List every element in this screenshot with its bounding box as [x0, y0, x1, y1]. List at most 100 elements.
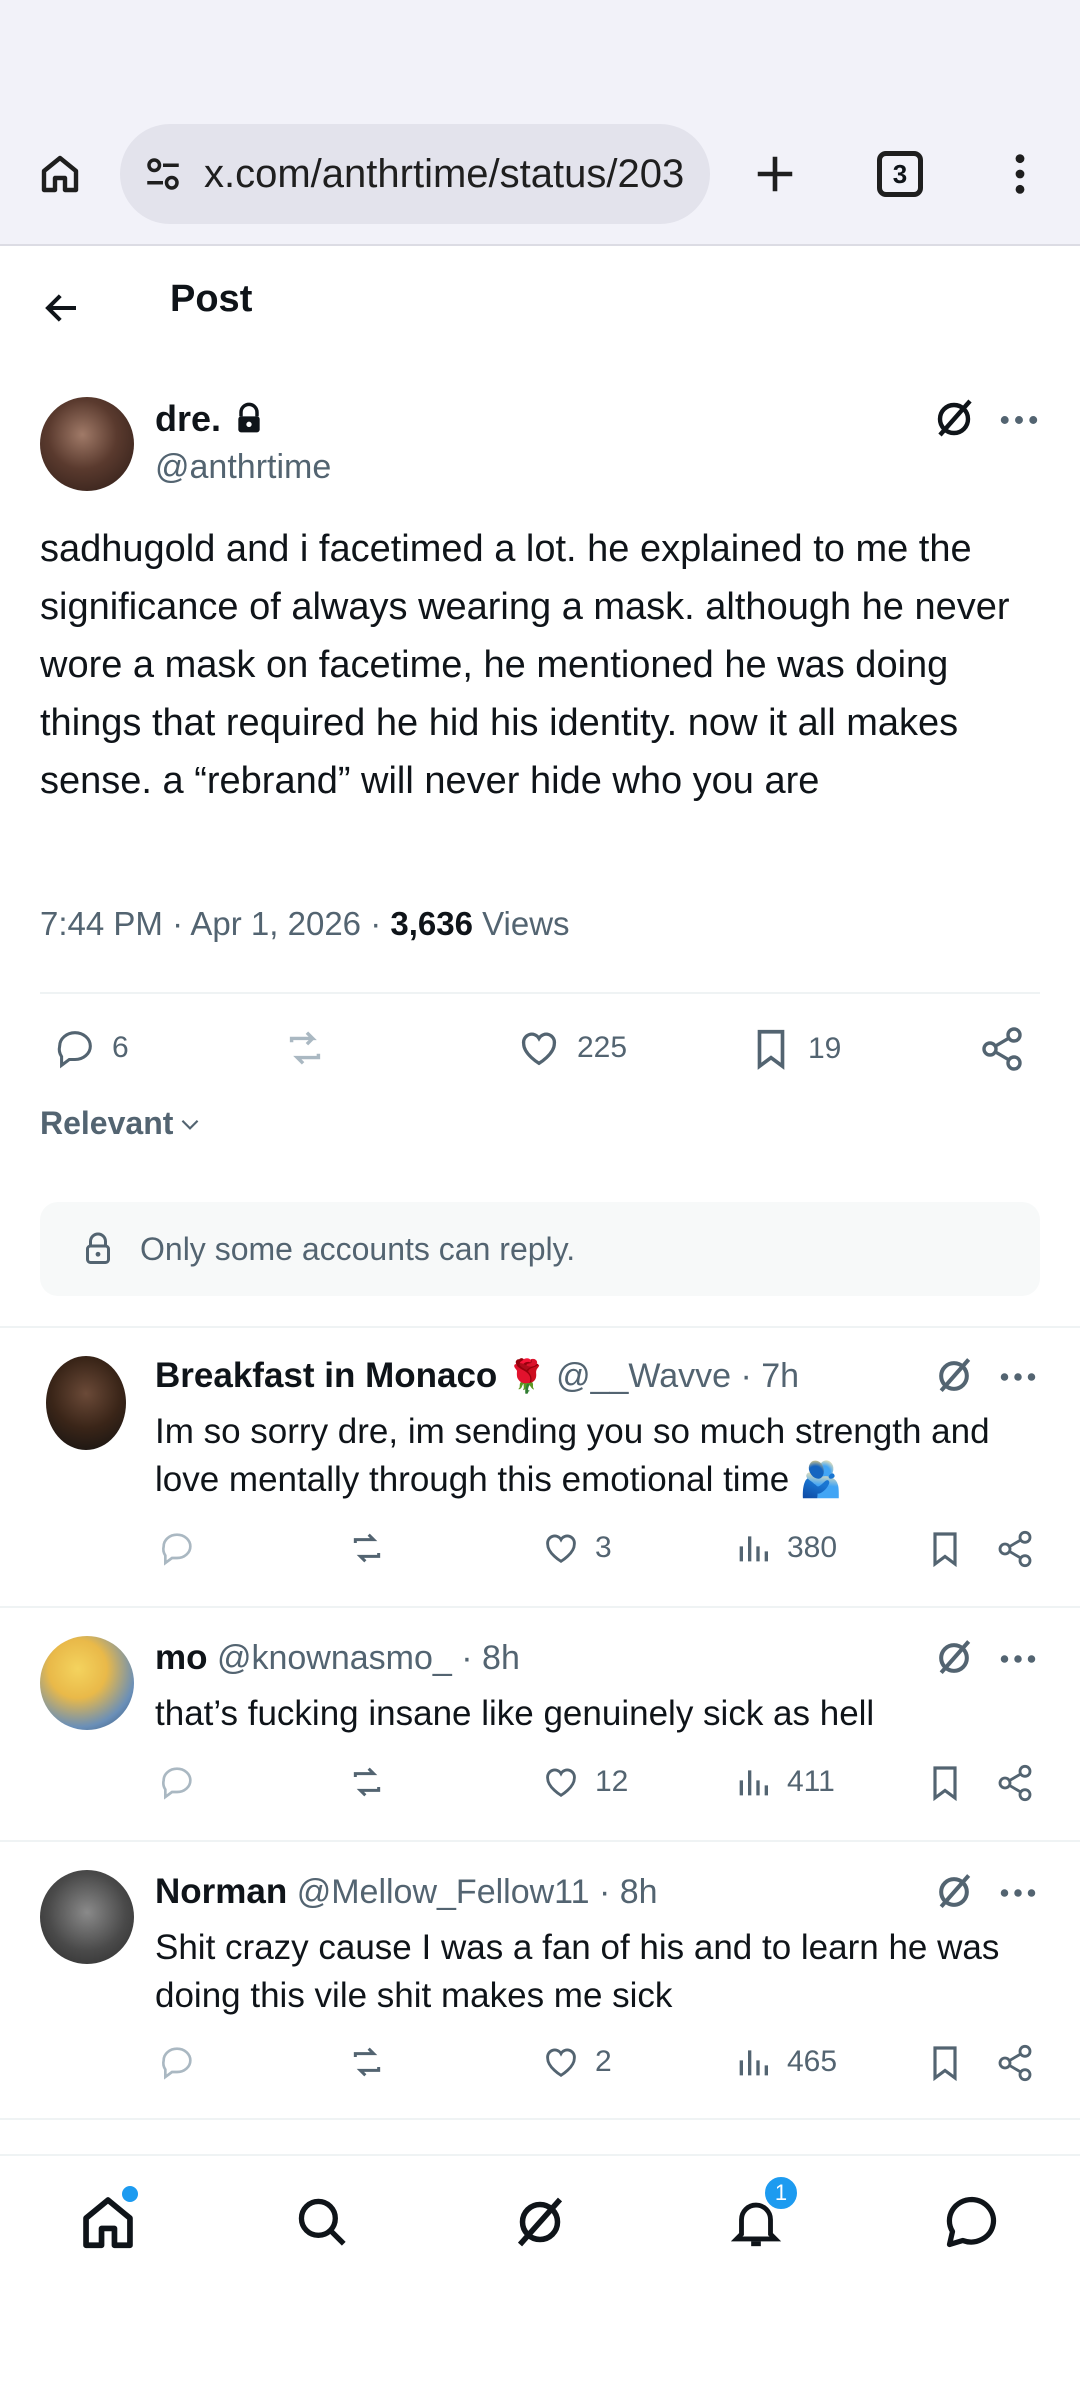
- like-button[interactable]: 2: [541, 2042, 612, 2082]
- status-bar: [0, 0, 1080, 118]
- sort-dropdown[interactable]: Relevant: [40, 1105, 203, 1142]
- reply-text: Im so sorry dre, im sending you so much …: [155, 1412, 990, 1499]
- tab-switcher-button[interactable]: 3: [870, 144, 930, 204]
- reply-item[interactable]: Breakfast in Monaco 🌹 @__Wavve · 7h Im s…: [0, 1328, 1080, 1608]
- chevron-down-icon: [182, 1119, 199, 1130]
- reply-actions: 3 380: [155, 1528, 1035, 1578]
- browser-menu-icon[interactable]: [990, 144, 1050, 204]
- repost-button[interactable]: [280, 1025, 330, 1071]
- bookmark-button[interactable]: [925, 1528, 965, 1570]
- divider: [40, 992, 1040, 994]
- more-options-icon[interactable]: [1000, 1368, 1036, 1386]
- bookmark-button[interactable]: [925, 1762, 965, 1804]
- share-button[interactable]: [995, 1762, 1035, 1804]
- reply-icon: [57, 1031, 92, 1069]
- new-tab-icon[interactable]: [745, 144, 805, 204]
- share-button[interactable]: [995, 2042, 1035, 2084]
- protected-lock-icon: [233, 402, 265, 436]
- grok-icon[interactable]: [932, 1636, 976, 1680]
- back-arrow-icon[interactable]: [34, 280, 90, 336]
- site-settings-icon[interactable]: [142, 153, 184, 195]
- reply-text: that’s fucking insane like genuinely sic…: [155, 1694, 875, 1733]
- reply-notice-text: Only some accounts can reply.: [140, 1230, 576, 1267]
- more-options-icon[interactable]: [1000, 410, 1038, 430]
- bookmark-button[interactable]: [925, 2042, 965, 2084]
- reply-time[interactable]: · 8h: [599, 1873, 658, 1911]
- reply-button[interactable]: [157, 2042, 197, 2082]
- reply-text: Shit crazy cause I was a fan of his and …: [155, 1928, 1000, 2015]
- like-button[interactable]: 12: [541, 1762, 628, 1802]
- reply-author-name[interactable]: mo: [155, 1638, 208, 1677]
- bookmark-button[interactable]: 19: [748, 1025, 841, 1073]
- like-button[interactable]: 3: [541, 1528, 612, 1568]
- views-button[interactable]: 465: [733, 2042, 837, 2082]
- views-count: 411: [787, 1765, 835, 1798]
- reply-time[interactable]: · 8h: [461, 1639, 520, 1677]
- reply-time[interactable]: · 7h: [741, 1357, 800, 1395]
- reply-handle[interactable]: @Mellow_Fellow11: [297, 1873, 590, 1911]
- like-button[interactable]: 225: [515, 1025, 627, 1071]
- reply-handle[interactable]: @__Wavve: [556, 1357, 731, 1395]
- reply-restriction-notice: Only some accounts can reply.: [40, 1202, 1040, 1296]
- tweet-timestamp[interactable]: 7:44 PM · Apr 1, 2026 ·: [40, 905, 390, 942]
- grok-icon[interactable]: [932, 1870, 976, 1914]
- reply-button[interactable]: [157, 1762, 197, 1802]
- reply-header: Breakfast in Monaco 🌹 @__Wavve · 7h: [155, 1356, 799, 1396]
- author-handle[interactable]: @anthrtime: [155, 448, 331, 487]
- reply-actions: 2 465: [155, 2042, 1035, 2092]
- repost-button[interactable]: [345, 2042, 389, 2082]
- url-bar[interactable]: x.com/anthrtime/status/203: [120, 124, 710, 224]
- views-count: 380: [787, 1531, 838, 1564]
- reply-count: 6: [112, 1031, 129, 1064]
- reply-avatar[interactable]: [40, 1870, 134, 1964]
- like-count: 2: [595, 2045, 612, 2078]
- bookmark-count: 19: [808, 1032, 842, 1065]
- reply-author-name[interactable]: Breakfast in Monaco: [155, 1356, 497, 1395]
- tweet-text: sadhugold and i facetimed a lot. he expl…: [40, 528, 1010, 802]
- more-options-icon[interactable]: [1000, 1650, 1036, 1668]
- sort-label: Relevant: [40, 1105, 174, 1141]
- page-title: Post: [170, 278, 253, 320]
- author-name-row[interactable]: dre.: [155, 398, 265, 440]
- notifications-nav-icon[interactable]: 1: [720, 2174, 800, 2258]
- views-count: 3,636: [390, 905, 473, 942]
- reply-item[interactable]: mo @knownasmo_ · 8h that’s fucking insan…: [0, 1610, 1080, 1842]
- reply-handle[interactable]: @knownasmo_: [217, 1639, 452, 1677]
- browser-toolbar: x.com/anthrtime/status/203 3: [0, 118, 1080, 246]
- browser-home-icon[interactable]: [30, 144, 90, 204]
- reply-button[interactable]: [157, 1528, 197, 1568]
- share-icon: [982, 1027, 1022, 1071]
- notification-badge: 1: [762, 2174, 800, 2212]
- url-text[interactable]: x.com/anthrtime/status/203: [204, 152, 704, 197]
- share-button[interactable]: [995, 1528, 1035, 1570]
- like-count: 3: [595, 1531, 612, 1564]
- share-button[interactable]: [978, 1025, 1026, 1073]
- grok-icon[interactable]: [932, 1354, 976, 1398]
- like-count: 225: [577, 1031, 628, 1064]
- bottom-navigation: 1: [0, 2154, 1080, 2282]
- repost-button[interactable]: [345, 1762, 389, 1802]
- search-nav-icon[interactable]: [286, 2186, 358, 2258]
- reply-avatar[interactable]: [40, 1636, 134, 1730]
- more-options-icon[interactable]: [1000, 1884, 1036, 1902]
- tab-count: 3: [877, 151, 923, 197]
- post-header: Post: [0, 248, 1080, 358]
- author-avatar[interactable]: [40, 397, 134, 491]
- reply-button[interactable]: 6: [52, 1025, 129, 1071]
- home-nav-icon[interactable]: [72, 2186, 144, 2258]
- reply-avatar[interactable]: [46, 1356, 126, 1450]
- views-count: 465: [787, 2045, 838, 2078]
- reply-text-block: Im so sorry dre, im sending you so much …: [155, 1408, 1035, 1504]
- grok-icon[interactable]: [930, 395, 978, 443]
- views-button[interactable]: 411: [733, 1762, 835, 1802]
- grok-nav-icon[interactable]: [504, 2186, 576, 2258]
- messages-nav-icon[interactable]: [936, 2186, 1008, 2258]
- reply-author-name[interactable]: Norman: [155, 1872, 287, 1911]
- reply-header: Norman @Mellow_Fellow11 · 8h: [155, 1872, 658, 1912]
- repost-button[interactable]: [345, 1528, 389, 1568]
- reply-item[interactable]: Norman @Mellow_Fellow11 · 8h Shit crazy …: [0, 1844, 1080, 2120]
- author-name[interactable]: dre.: [155, 398, 221, 440]
- reply-header: mo @knownasmo_ · 8h: [155, 1638, 520, 1678]
- views-button[interactable]: 380: [733, 1528, 837, 1568]
- bookmark-icon: [757, 1029, 785, 1070]
